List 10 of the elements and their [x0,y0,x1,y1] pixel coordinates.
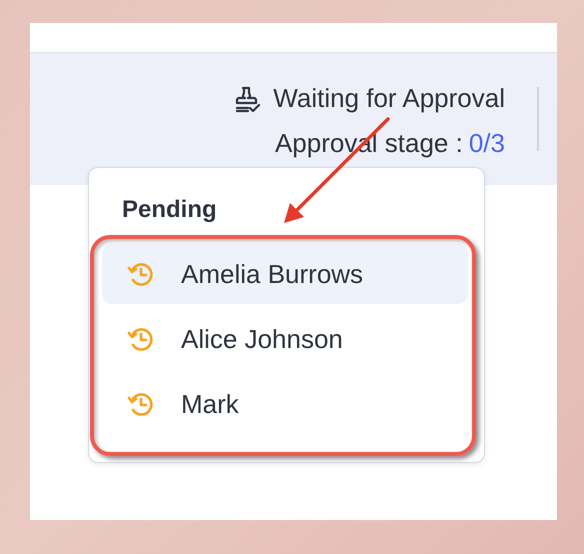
approver-item[interactable]: Mark [102,374,468,434]
clock-history-icon [127,260,155,288]
clock-history-icon [127,390,155,418]
clock-history-icon [127,325,155,353]
stamp-icon [235,84,262,112]
approver-item[interactable]: Amelia Burrows [102,244,468,304]
approver-item[interactable]: Alice Johnson [102,309,468,369]
popup-heading: Pending [122,196,218,224]
stage-value: 0/3 [468,128,505,159]
status-title: Waiting for Approval [273,83,505,114]
